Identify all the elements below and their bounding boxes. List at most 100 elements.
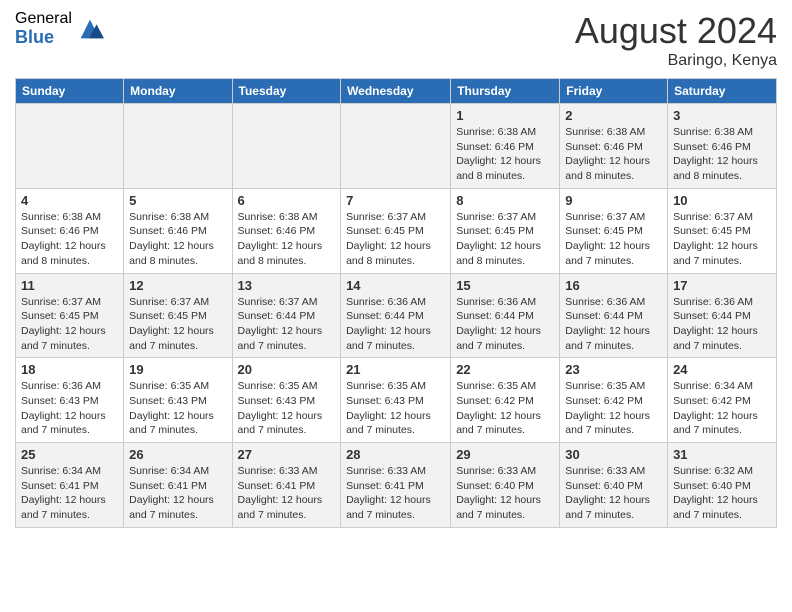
day-info: Sunrise: 6:32 AM Sunset: 6:40 PM Dayligh…	[673, 464, 771, 523]
day-info: Sunrise: 6:37 AM Sunset: 6:45 PM Dayligh…	[346, 210, 445, 269]
day-number: 7	[346, 193, 445, 208]
day-info: Sunrise: 6:36 AM Sunset: 6:44 PM Dayligh…	[346, 295, 445, 354]
day-info: Sunrise: 6:34 AM Sunset: 6:41 PM Dayligh…	[129, 464, 226, 523]
day-info: Sunrise: 6:38 AM Sunset: 6:46 PM Dayligh…	[21, 210, 118, 269]
day-cell: 10 Sunrise: 6:37 AM Sunset: 6:45 PM Dayli…	[668, 188, 777, 273]
day-number: 31	[673, 447, 771, 462]
day-number: 18	[21, 362, 118, 377]
day-info: Sunrise: 6:37 AM Sunset: 6:44 PM Dayligh…	[238, 295, 336, 354]
page-header: General Blue August 2024 Baringo, Kenya	[15, 10, 777, 70]
day-number: 8	[456, 193, 554, 208]
calendar-body: 1 Sunrise: 6:38 AM Sunset: 6:46 PM Daylig…	[16, 104, 777, 528]
day-number: 23	[565, 362, 662, 377]
day-cell	[232, 104, 341, 189]
day-cell: 22Sunrise: 6:35 AM Sunset: 6:42 PM Dayli…	[451, 358, 560, 443]
location-subtitle: Baringo, Kenya	[575, 52, 777, 70]
day-number: 19	[129, 362, 226, 377]
day-cell: 15 Sunrise: 6:36 AM Sunset: 6:44 PM Dayli…	[451, 273, 560, 358]
month-year-title: August 2024	[575, 10, 777, 52]
day-cell: 1 Sunrise: 6:38 AM Sunset: 6:46 PM Daylig…	[451, 104, 560, 189]
day-number: 20	[238, 362, 336, 377]
header-cell-thursday: Thursday	[451, 79, 560, 104]
day-cell: 21Sunrise: 6:35 AM Sunset: 6:43 PM Dayli…	[341, 358, 451, 443]
day-cell: 8 Sunrise: 6:37 AM Sunset: 6:45 PM Daylig…	[451, 188, 560, 273]
header-row: SundayMondayTuesdayWednesdayThursdayFrid…	[16, 79, 777, 104]
day-number: 29	[456, 447, 554, 462]
day-cell: 28 Sunrise: 6:33 AM Sunset: 6:41 PM Dayli…	[341, 443, 451, 528]
day-info: Sunrise: 6:38 AM Sunset: 6:46 PM Dayligh…	[565, 125, 662, 184]
day-cell: 16 Sunrise: 6:36 AM Sunset: 6:44 PM Dayli…	[560, 273, 668, 358]
day-info: Sunrise: 6:37 AM Sunset: 6:45 PM Dayligh…	[129, 295, 226, 354]
day-info: Sunrise: 6:33 AM Sunset: 6:40 PM Dayligh…	[565, 464, 662, 523]
day-cell: 12 Sunrise: 6:37 AM Sunset: 6:45 PM Dayli…	[124, 273, 232, 358]
logo-text: General Blue	[15, 10, 72, 47]
week-row-1: 1 Sunrise: 6:38 AM Sunset: 6:46 PM Daylig…	[16, 104, 777, 189]
day-info: Sunrise: 6:36 AM Sunset: 6:44 PM Dayligh…	[673, 295, 771, 354]
logo: General Blue	[15, 10, 104, 47]
day-cell: 2 Sunrise: 6:38 AM Sunset: 6:46 PM Daylig…	[560, 104, 668, 189]
day-number: 13	[238, 278, 336, 293]
day-number: 28	[346, 447, 445, 462]
day-number: 11	[21, 278, 118, 293]
week-row-5: 25Sunrise: 6:34 AM Sunset: 6:41 PM Dayli…	[16, 443, 777, 528]
day-number: 27	[238, 447, 336, 462]
day-number: 17	[673, 278, 771, 293]
header-cell-friday: Friday	[560, 79, 668, 104]
day-info: Sunrise: 6:37 AM Sunset: 6:45 PM Dayligh…	[673, 210, 771, 269]
day-cell: 23 Sunrise: 6:35 AM Sunset: 6:42 PM Dayli…	[560, 358, 668, 443]
day-cell: 19 Sunrise: 6:35 AM Sunset: 6:43 PM Dayli…	[124, 358, 232, 443]
day-number: 26	[129, 447, 226, 462]
day-number: 22	[456, 362, 554, 377]
title-area: August 2024 Baringo, Kenya	[575, 10, 777, 70]
day-info: Sunrise: 6:37 AM Sunset: 6:45 PM Dayligh…	[565, 210, 662, 269]
day-info: Sunrise: 6:38 AM Sunset: 6:46 PM Dayligh…	[456, 125, 554, 184]
day-cell: 17 Sunrise: 6:36 AM Sunset: 6:44 PM Dayli…	[668, 273, 777, 358]
day-cell	[124, 104, 232, 189]
day-number: 24	[673, 362, 771, 377]
week-row-4: 18 Sunrise: 6:36 AM Sunset: 6:43 PM Dayli…	[16, 358, 777, 443]
day-number: 12	[129, 278, 226, 293]
day-info: Sunrise: 6:36 AM Sunset: 6:44 PM Dayligh…	[565, 295, 662, 354]
day-cell: 25Sunrise: 6:34 AM Sunset: 6:41 PM Dayli…	[16, 443, 124, 528]
day-cell: 18 Sunrise: 6:36 AM Sunset: 6:43 PM Dayli…	[16, 358, 124, 443]
logo-blue: Blue	[15, 28, 72, 48]
header-cell-tuesday: Tuesday	[232, 79, 341, 104]
day-info: Sunrise: 6:38 AM Sunset: 6:46 PM Dayligh…	[129, 210, 226, 269]
day-cell: 20Sunrise: 6:35 AM Sunset: 6:43 PM Dayli…	[232, 358, 341, 443]
day-number: 5	[129, 193, 226, 208]
day-number: 4	[21, 193, 118, 208]
day-info: Sunrise: 6:35 AM Sunset: 6:42 PM Dayligh…	[565, 379, 662, 438]
day-info: Sunrise: 6:36 AM Sunset: 6:44 PM Dayligh…	[456, 295, 554, 354]
day-cell: 6Sunrise: 6:38 AM Sunset: 6:46 PM Daylig…	[232, 188, 341, 273]
day-cell: 30 Sunrise: 6:33 AM Sunset: 6:40 PM Dayli…	[560, 443, 668, 528]
day-cell: 14Sunrise: 6:36 AM Sunset: 6:44 PM Dayli…	[341, 273, 451, 358]
day-cell	[16, 104, 124, 189]
day-number: 6	[238, 193, 336, 208]
day-number: 9	[565, 193, 662, 208]
day-cell: 11 Sunrise: 6:37 AM Sunset: 6:45 PM Dayli…	[16, 273, 124, 358]
day-cell: 27 Sunrise: 6:33 AM Sunset: 6:41 PM Dayli…	[232, 443, 341, 528]
calendar-table: SundayMondayTuesdayWednesdayThursdayFrid…	[15, 78, 777, 528]
day-number: 30	[565, 447, 662, 462]
day-number: 2	[565, 108, 662, 123]
day-number: 1	[456, 108, 554, 123]
day-cell: 13 Sunrise: 6:37 AM Sunset: 6:44 PM Dayli…	[232, 273, 341, 358]
day-cell: 5 Sunrise: 6:38 AM Sunset: 6:46 PM Daylig…	[124, 188, 232, 273]
day-info: Sunrise: 6:35 AM Sunset: 6:43 PM Dayligh…	[129, 379, 226, 438]
day-info: Sunrise: 6:37 AM Sunset: 6:45 PM Dayligh…	[456, 210, 554, 269]
day-info: Sunrise: 6:37 AM Sunset: 6:45 PM Dayligh…	[21, 295, 118, 354]
day-cell: 7 Sunrise: 6:37 AM Sunset: 6:45 PM Daylig…	[341, 188, 451, 273]
day-info: Sunrise: 6:38 AM Sunset: 6:46 PM Dayligh…	[673, 125, 771, 184]
day-info: Sunrise: 6:36 AM Sunset: 6:43 PM Dayligh…	[21, 379, 118, 438]
day-info: Sunrise: 6:33 AM Sunset: 6:40 PM Dayligh…	[456, 464, 554, 523]
header-cell-saturday: Saturday	[668, 79, 777, 104]
day-number: 16	[565, 278, 662, 293]
day-cell: 3Sunrise: 6:38 AM Sunset: 6:46 PM Daylig…	[668, 104, 777, 189]
day-cell: 4 Sunrise: 6:38 AM Sunset: 6:46 PM Daylig…	[16, 188, 124, 273]
day-info: Sunrise: 6:33 AM Sunset: 6:41 PM Dayligh…	[346, 464, 445, 523]
logo-icon	[76, 15, 104, 43]
day-number: 10	[673, 193, 771, 208]
day-cell: 24Sunrise: 6:34 AM Sunset: 6:42 PM Dayli…	[668, 358, 777, 443]
day-info: Sunrise: 6:33 AM Sunset: 6:41 PM Dayligh…	[238, 464, 336, 523]
day-number: 15	[456, 278, 554, 293]
